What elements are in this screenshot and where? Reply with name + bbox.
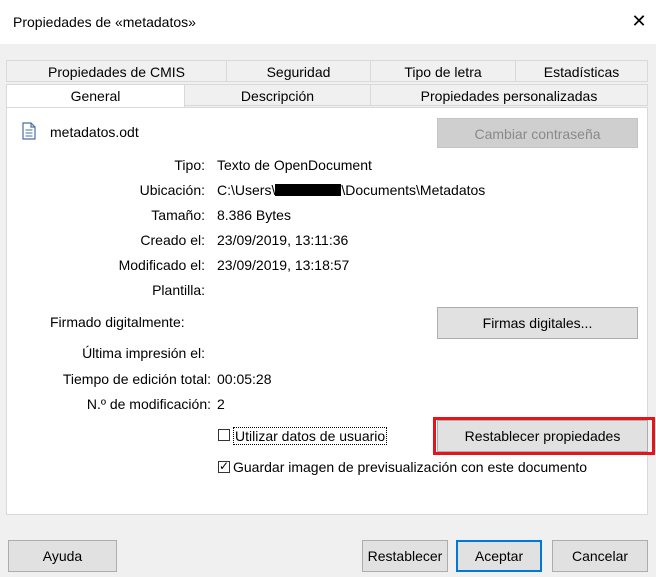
tab-font[interactable]: Tipo de letra	[370, 60, 516, 82]
save-preview-checkbox[interactable]: ✓	[218, 459, 230, 473]
reset-button[interactable]: Restablecer	[362, 540, 448, 572]
modified-label: Modificado el:	[118, 257, 205, 273]
signed-label: Firmado digitalmente:	[50, 314, 185, 330]
change-password-button[interactable]: Cambiar contraseña	[437, 118, 638, 148]
highlight-box	[433, 417, 655, 455]
tab-description[interactable]: Descripción	[184, 84, 371, 106]
redacted-username	[275, 184, 342, 196]
window-title: Propiedades de «metadatos»	[13, 14, 196, 30]
location-suffix: \Documents\Metadatos	[341, 182, 486, 198]
file-name: metadatos.odt	[50, 124, 139, 140]
tab-custom-properties[interactable]: Propiedades personalizadas	[370, 84, 648, 106]
title-bar: Propiedades de «metadatos» ✕	[0, 0, 656, 44]
created-value: 23/09/2019, 13:11:36	[217, 232, 349, 248]
tab-cmis[interactable]: Propiedades de CMIS	[6, 60, 227, 82]
revision-label: N.º de modificación:	[86, 396, 211, 412]
size-label: Tamaño:	[151, 207, 205, 223]
edit-time-label: Tiempo de edición total:	[62, 371, 211, 387]
last-print-label: Última impresión el:	[82, 345, 205, 361]
type-label: Tipo:	[174, 157, 205, 173]
digital-signatures-button[interactable]: Firmas digitales...	[437, 307, 638, 339]
tab-statistics[interactable]: Estadísticas	[515, 60, 648, 82]
help-button[interactable]: Ayuda	[8, 540, 117, 572]
edit-time-value: 00:05:28	[217, 371, 272, 387]
cancel-button[interactable]: Cancelar	[552, 540, 648, 572]
tab-security[interactable]: Seguridad	[226, 60, 371, 82]
location-label: Ubicación:	[139, 182, 205, 198]
use-user-data-label[interactable]: Utilizar datos de usuario	[233, 427, 388, 445]
modified-value: 23/09/2019, 13:18:57	[217, 257, 350, 273]
size-value: 8.386 Bytes	[217, 207, 291, 223]
document-icon	[22, 122, 36, 140]
template-label: Plantilla:	[152, 282, 205, 298]
revision-value: 2	[217, 396, 225, 412]
location-value: C:\Users\ \Documents\Metadatos	[217, 182, 485, 198]
location-prefix: C:\Users\	[217, 182, 276, 198]
created-label: Creado el:	[140, 232, 205, 248]
save-preview-label[interactable]: Guardar imagen de previsualización con e…	[233, 459, 587, 475]
tab-general[interactable]: General	[6, 84, 185, 108]
use-user-data-checkbox[interactable]	[218, 429, 230, 441]
ok-button[interactable]: Aceptar	[456, 540, 542, 572]
check-icon: ✓	[219, 459, 230, 473]
type-value: Texto de OpenDocument	[217, 157, 372, 173]
close-icon[interactable]: ✕	[628, 10, 650, 32]
